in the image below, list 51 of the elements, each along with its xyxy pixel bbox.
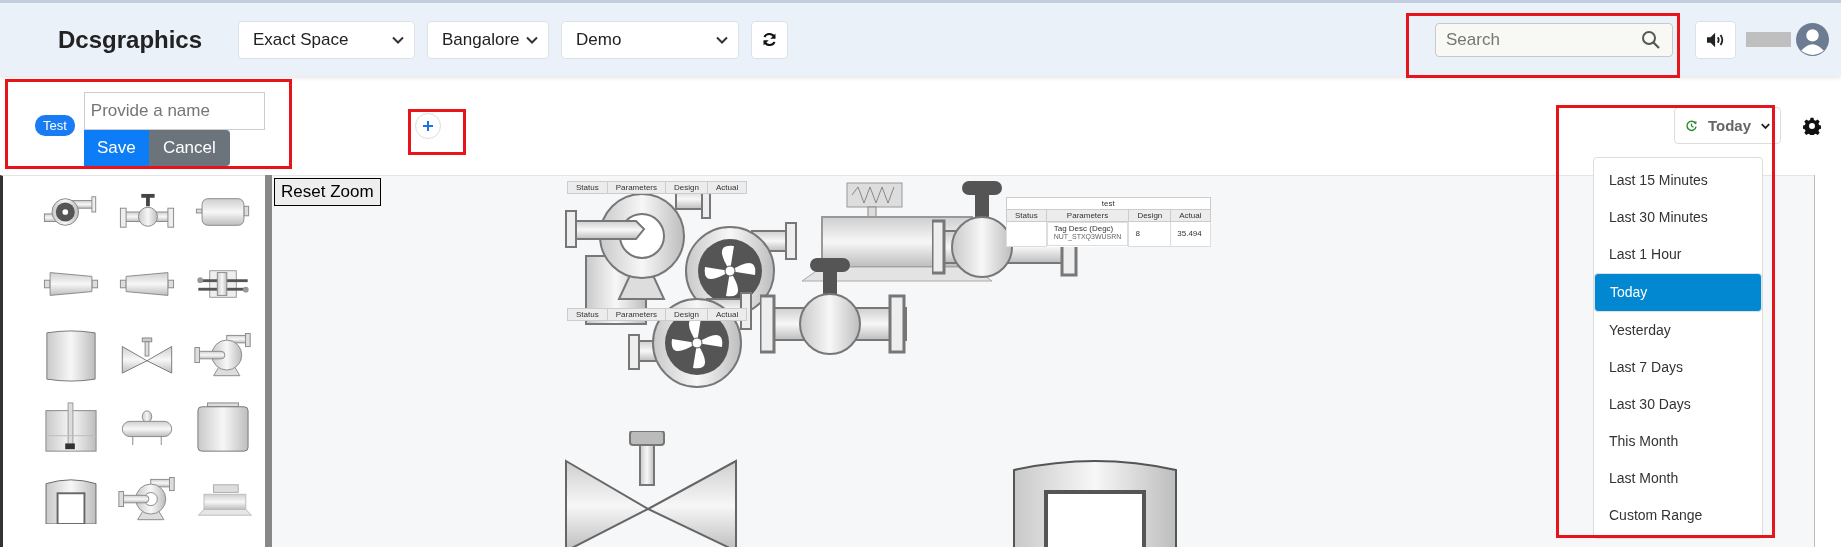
sound-button[interactable] [1695, 20, 1736, 59]
column-header: Actual [707, 181, 747, 194]
redacted-bar [1746, 32, 1791, 47]
menu-item[interactable]: Today [1594, 273, 1762, 312]
storage-tank-icon[interactable] [194, 401, 252, 455]
highlight-frame [408, 109, 466, 155]
name-badge: Test [35, 115, 75, 136]
dropdown-select[interactable]: Exact Space [238, 20, 415, 59]
dropdown-select[interactable]: Bangalore [427, 20, 549, 59]
menu-item[interactable]: Last 15 Minutes [1594, 162, 1762, 199]
menu-item[interactable]: This Month [1594, 423, 1762, 460]
valve-icon[interactable] [118, 193, 176, 231]
column-header: Parameters [607, 308, 666, 321]
column-header: Parameters [607, 181, 666, 194]
app-logo: Dcsgraphics [58, 25, 204, 54]
menu-item[interactable]: Last Month [1594, 460, 1762, 497]
menu-item[interactable]: Last 30 Days [1594, 386, 1762, 423]
add-button[interactable] [414, 112, 441, 139]
search-icon [1641, 29, 1661, 50]
refresh-icon [761, 31, 778, 48]
table-cell: 35.494 [1170, 221, 1210, 246]
menu-item[interactable]: Yesterday [1594, 312, 1762, 349]
search-field[interactable]: Search [1435, 22, 1673, 57]
column-header: Status [567, 181, 608, 194]
chevron-down-icon [392, 35, 404, 44]
menu-item[interactable]: Custom Range [1594, 497, 1762, 534]
mixer-tank-icon[interactable] [42, 401, 100, 455]
chevron-down-icon [526, 35, 538, 44]
column-header: Status [567, 308, 608, 321]
plus-icon [421, 119, 434, 132]
column-header: Design [665, 308, 708, 321]
dropdown-select[interactable]: Demo [561, 20, 739, 59]
parameter-name: Tag Desc (Degc) [1053, 224, 1115, 233]
table-title: test [1006, 197, 1210, 210]
avatar-icon[interactable] [1796, 23, 1829, 56]
menu-item[interactable]: Last 7 Days [1594, 349, 1762, 386]
reset-zoom-button[interactable]: Reset Zoom [274, 178, 381, 206]
column-header: Design [665, 181, 708, 194]
furnace-icon[interactable] [42, 476, 100, 524]
chevron-down-icon [716, 35, 728, 44]
save-button[interactable]: Save [83, 129, 149, 166]
settings-icon[interactable] [1803, 116, 1821, 135]
column-header: Actual [707, 308, 747, 321]
chevron-down-icon [1761, 121, 1770, 130]
menu-item[interactable]: Last 1 Hour [1594, 236, 1762, 273]
table-cell: 8 [1128, 221, 1171, 246]
cancel-button[interactable]: Cancel [148, 129, 230, 166]
refresh-button[interactable] [751, 20, 788, 59]
menu-item[interactable]: Last 30 Minutes [1594, 199, 1762, 236]
name-input[interactable]: Provide a name [83, 91, 265, 130]
time-range-button[interactable]: Today [1674, 107, 1781, 144]
